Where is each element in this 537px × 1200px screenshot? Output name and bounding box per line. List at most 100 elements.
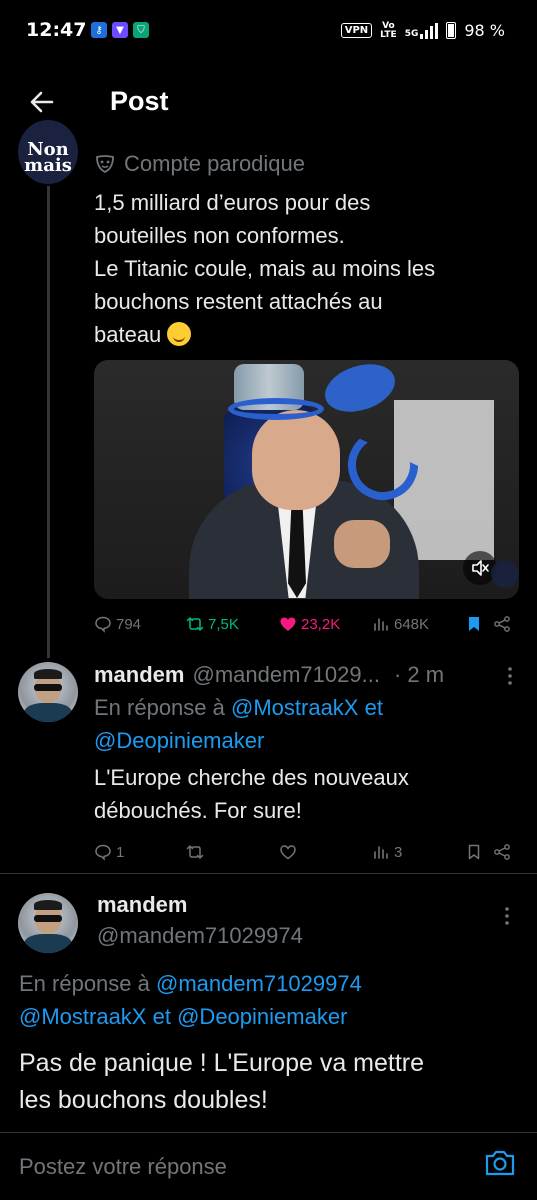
vpn-app-icon: ▼ (112, 22, 128, 38)
post-text-line-last: bateau (94, 318, 514, 351)
reply-to-and[interactable]: et (153, 1004, 171, 1029)
views-icon (374, 846, 388, 859)
mention-link[interactable]: @Deopiniemaker (177, 1004, 347, 1029)
speaker-muted-icon (472, 560, 489, 576)
reply-text-line: débouchés. For sure! (94, 798, 302, 823)
heart-outline-icon (280, 845, 296, 860)
reply-to-and[interactable]: et (365, 695, 383, 720)
reply-to-line: En réponse à @mandem71029974 @MostraakX … (19, 967, 519, 1033)
mention-link[interactable]: @MostraakX (231, 695, 358, 720)
bookmark-action[interactable] (465, 615, 493, 633)
repost-count: 7,5K (208, 615, 239, 633)
post-text-line: Le Titanic coule, mais au moins les (94, 256, 436, 281)
repost-icon (186, 845, 204, 859)
reply-count: 1 (116, 843, 125, 861)
repost-action[interactable] (186, 843, 279, 861)
parody-label-row: Compte parodique (94, 151, 305, 177)
share-icon (494, 844, 510, 860)
reply-action[interactable]: 794 (94, 615, 186, 633)
focused-author-name[interactable]: mandem (97, 892, 187, 918)
status-time: 12:47 (26, 19, 87, 41)
video-person-face (252, 410, 340, 510)
reply-count: 794 (116, 615, 142, 633)
views-count: 648K (394, 615, 430, 633)
avatar-nonmais[interactable]: Non mais (18, 120, 78, 184)
avatar-mandem[interactable] (18, 893, 78, 953)
reply-to-prefix: En réponse à (19, 971, 150, 996)
reply-author-handle[interactable]: @mandem71029... (192, 662, 379, 688)
views-action[interactable]: 648K (372, 615, 465, 633)
reply-to-prefix: En réponse à (94, 695, 225, 720)
shield-app-icon: ⛉ (133, 22, 149, 38)
reply-text-line: L'Europe cherche des nouveaux (94, 765, 409, 790)
post-text-line: bouchons restent attachés au (94, 289, 383, 314)
like-action[interactable] (279, 843, 372, 861)
share-action[interactable] (493, 615, 517, 633)
top-bar: Post (0, 64, 537, 142)
heart-filled-icon (280, 617, 296, 631)
bookmark-action[interactable] (465, 843, 493, 861)
parody-account-label: Compte parodique (124, 151, 306, 176)
status-bar: 12:47 ⚷ ▼ ⛉ VPN Vo LTE 5G 98 % (0, 0, 537, 64)
vpn-badge: VPN (340, 23, 373, 38)
views-action[interactable]: 3 (372, 843, 465, 861)
focused-text-line: Pas de panique ! L'Europe va mettre (19, 1049, 425, 1077)
reply-action[interactable]: 1 (94, 843, 186, 861)
more-options-icon[interactable] (500, 666, 520, 686)
post-text-line: bateau (94, 322, 162, 347)
key-app-icon: ⚷ (91, 22, 107, 38)
share-action[interactable] (493, 843, 517, 861)
reply-compose-input[interactable] (19, 1150, 459, 1184)
views-icon (374, 618, 388, 631)
mention-link[interactable]: @mandem71029974 (156, 971, 362, 996)
theater-mask-icon (96, 155, 114, 174)
post-text-line: 1,5 milliard d’euros pour des (94, 190, 371, 215)
status-indicators: VPN Vo LTE 5G 98 % (340, 21, 505, 40)
battery-percent: 98 % (464, 21, 505, 40)
compose-bar (0, 1132, 537, 1200)
signal-bars-icon (420, 22, 439, 39)
signal-indicator: 5G (404, 22, 439, 39)
focused-text-line: les bouchons doubles! (19, 1086, 268, 1114)
focused-author-handle[interactable]: @mandem71029974 (97, 923, 303, 949)
avatar-mandem[interactable] (18, 662, 78, 722)
focused-post-text: Pas de panique ! L'Europe va mettre les … (19, 1045, 524, 1119)
reply-action-bar: 1 3 (94, 836, 519, 868)
video-watermark-logo (491, 560, 519, 588)
post-text: 1,5 milliard d’euros pour des bouteilles… (94, 186, 514, 351)
reply-to-line: En réponse à @MostraakX et @Deopiniemake… (94, 691, 514, 757)
share-icon (494, 616, 510, 632)
repost-icon (186, 617, 204, 631)
mention-link[interactable]: @Deopiniemaker (94, 728, 264, 753)
status-app-icons: ⚷ ▼ ⛉ (91, 22, 149, 38)
views-count: 3 (394, 843, 403, 861)
more-options-icon[interactable] (497, 906, 517, 926)
reply-icon (95, 844, 111, 861)
post-text-line: bouteilles non conformes. (94, 223, 345, 248)
network-type: 5G (404, 28, 419, 39)
mention-link[interactable]: @MostraakX (19, 1004, 146, 1029)
avatar-logo-text: Non mais (24, 139, 72, 176)
reply-timestamp: · 2 m (393, 662, 445, 687)
reply-icon (95, 616, 111, 633)
battery-icon (446, 22, 457, 39)
post-action-bar: 794 7,5K 23,2K 648K (94, 608, 519, 640)
thread-connector-line (47, 186, 50, 658)
volte-indicator: Vo LTE (380, 21, 397, 40)
video-cap-ring (228, 398, 324, 420)
reply-text: L'Europe cherche des nouveaux débouchés.… (94, 761, 514, 827)
bookmark-icon (468, 844, 480, 860)
sweat-smile-emoji-icon (167, 322, 192, 346)
repost-action[interactable]: 7,5K (186, 615, 279, 633)
like-count: 23,2K (301, 615, 341, 633)
reply-author-name[interactable]: mandem (94, 662, 184, 688)
volte-bottom: LTE (380, 29, 397, 40)
back-arrow-icon[interactable] (28, 88, 56, 116)
post-video[interactable] (94, 360, 519, 599)
divider (0, 873, 537, 874)
like-action[interactable]: 23,2K (279, 615, 372, 633)
camera-icon[interactable] (484, 1148, 516, 1178)
video-person-hand (334, 520, 390, 568)
reply-header: mandem @mandem71029... · 2 m (94, 660, 519, 690)
page-title: Post (110, 86, 169, 116)
